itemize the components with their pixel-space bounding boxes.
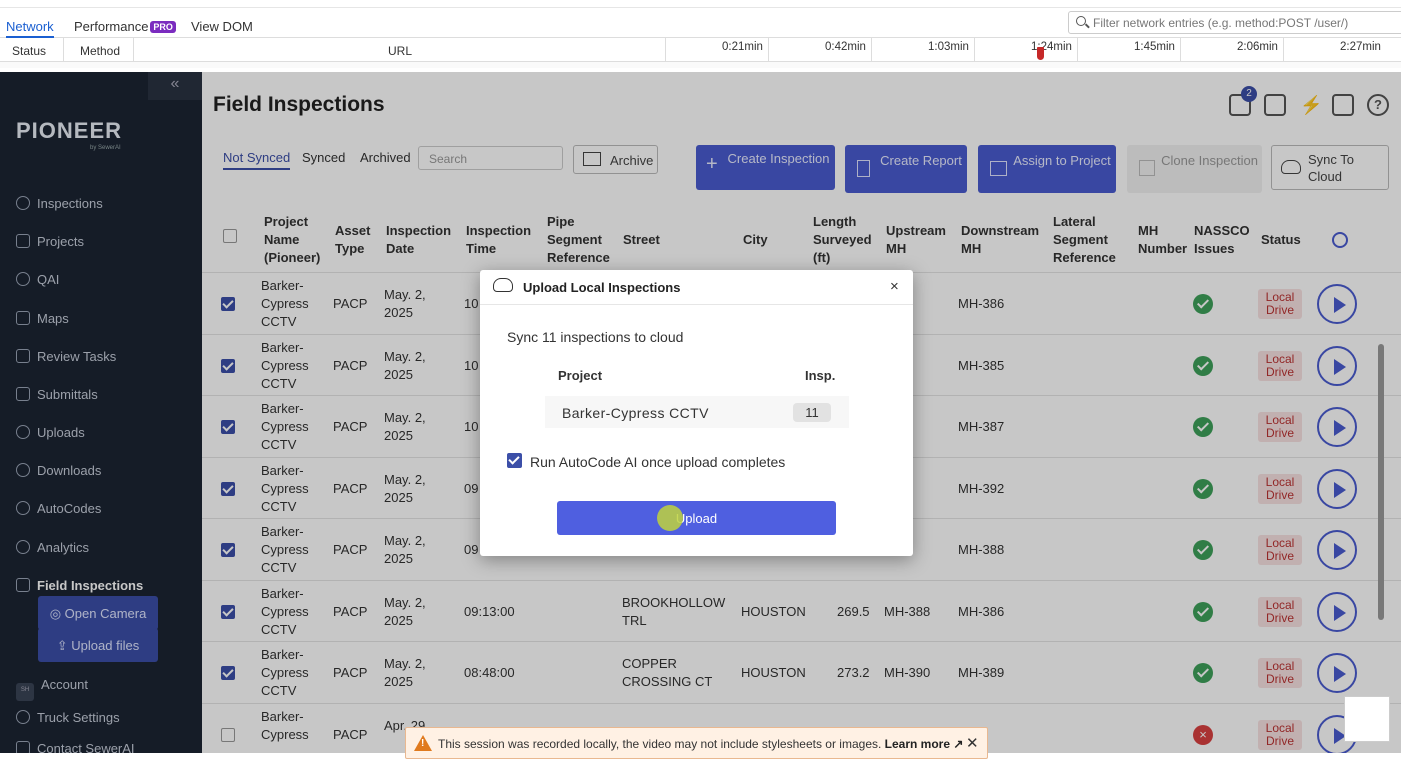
cloud-upload-icon [493,278,513,292]
autocode-label[interactable]: Run AutoCode AI once upload completes [530,454,785,470]
search-icon [1076,16,1086,26]
col-url[interactable]: URL [388,44,412,58]
timeline-tick: 1:45min [1134,41,1175,53]
network-columns: Status Method URL 0:21min 0:42min 1:03mi… [0,38,1401,62]
divider [133,38,134,62]
divider [665,38,666,62]
timeline-tick: 0:42min [825,41,866,53]
timeline-tick: 2:27min [1340,41,1381,53]
upload-modal: Upload Local Inspections × Sync 11 inspe… [480,270,913,556]
filter-placeholder: Filter network entries (e.g. method:POST… [1093,16,1349,30]
project-row: Barker-Cypress CCTV 11 [545,396,849,428]
divider [871,38,872,62]
timeline-playhead[interactable] [1037,47,1044,60]
divider [768,38,769,62]
divider [0,7,1401,8]
tab-network[interactable]: Network [6,19,54,38]
divider [1283,38,1284,62]
network-filter-input[interactable]: Filter network entries (e.g. method:POST… [1068,11,1401,34]
tab-view-dom[interactable]: View DOM [191,19,253,34]
timeline-tick: 2:06min [1237,41,1278,53]
sync-summary: Sync 11 inspections to cloud [507,329,684,345]
tab-performance[interactable]: Performance PRO [74,19,176,34]
session-warning-toast: This session was recorded locally, the v… [405,727,988,759]
inspection-count: 11 [793,403,831,422]
app-viewport: « PIONEER by SewerAI Inspections Project… [0,72,1401,753]
timeline-tick: 1:03min [928,41,969,53]
modal-header: Upload Local Inspections × [480,270,913,305]
toast-text: This session was recorded locally, the v… [438,737,882,751]
toast-message: This session was recorded locally, the v… [438,737,963,751]
col-method[interactable]: Method [80,44,120,58]
tab-performance-label: Performance [74,19,149,34]
divider [63,38,64,62]
divider [1077,38,1078,62]
close-toast-button[interactable]: ✕ [966,734,979,752]
pro-badge: PRO [150,21,176,33]
insp-column-header: Insp. [805,368,836,383]
autocode-checkbox[interactable] [507,453,522,468]
click-indicator [657,505,683,531]
divider [974,38,975,62]
col-status[interactable]: Status [12,44,46,58]
modal-title: Upload Local Inspections [523,280,681,295]
network-row[interactable] [0,62,1401,68]
project-column-header: Project [558,368,603,383]
close-button[interactable]: × [890,278,899,295]
project-name: Barker-Cypress CCTV [562,405,709,421]
upload-button[interactable]: Upload [557,501,836,535]
timeline-tick: 0:21min [722,41,763,53]
recording-thumbnail[interactable] [1344,696,1390,742]
learn-more-link[interactable]: Learn more ↗ [885,737,964,751]
divider [1180,38,1181,62]
devtools-toolbar: Network Performance PRO View DOM Filter n… [0,0,1401,38]
warning-icon [414,735,432,751]
